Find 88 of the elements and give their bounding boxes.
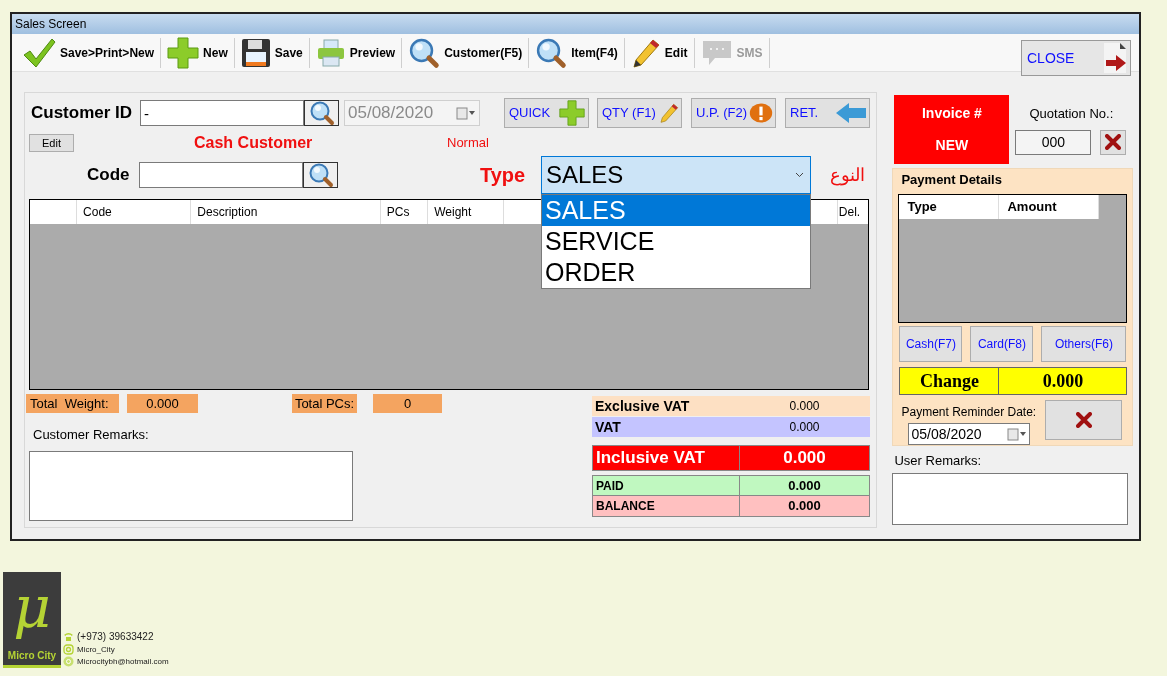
toolbar-button[interactable]: Save	[238, 35, 305, 70]
close-button[interactable]: CLOSE	[1021, 40, 1131, 76]
column-header: Code	[77, 200, 192, 224]
plus-icon	[167, 36, 200, 69]
check-icon	[22, 36, 56, 69]
user-remarks-label: User Remarks:	[894, 452, 983, 470]
toolbar-button[interactable]: Save>Print>New	[20, 35, 157, 70]
pencil-icon	[659, 101, 679, 125]
customer-id-field[interactable]: -	[140, 100, 304, 126]
window-title: Sales Screen	[15, 16, 87, 33]
summary-label: Inclusive VAT	[593, 446, 740, 470]
summary-value: 0.000	[787, 476, 822, 495]
quick-action-button[interactable]: RET.	[785, 98, 870, 128]
summary-label: PAID	[593, 476, 740, 495]
company-logo: μ Micro City	[3, 572, 61, 668]
payment-method-button[interactable]: Cash(F7)	[899, 326, 963, 362]
instagram-icon	[63, 644, 74, 655]
code-label: Code	[87, 164, 131, 187]
column-header: Weight	[428, 200, 504, 224]
toolbar-button[interactable]: Item(F4)	[533, 35, 620, 70]
contact-text: Micro_City	[77, 644, 115, 655]
summary-label: BALANCE	[593, 496, 740, 516]
summary-label: VAT	[594, 417, 622, 437]
code-search-button[interactable]	[303, 162, 338, 188]
column-header: Del.	[837, 200, 868, 224]
summary-value: 0.000	[787, 497, 822, 516]
edit-button[interactable]: Edit	[29, 134, 74, 152]
summary-value: 0.000	[782, 447, 827, 470]
pencil-icon	[630, 37, 661, 68]
contact-text: Microcitybh@hotmail.com	[77, 656, 169, 667]
warning-icon	[749, 101, 773, 125]
customer-name: Cash Customer	[194, 133, 314, 153]
toolbar-button[interactable]: Customer(F5)	[406, 35, 525, 70]
customer-search-button[interactable]	[304, 100, 339, 126]
toolbar-button[interactable]: New	[165, 35, 230, 70]
search-icon	[308, 100, 335, 126]
quick-action-button[interactable]: QUICK	[504, 98, 589, 128]
summary-label: Exclusive VAT	[594, 396, 691, 416]
toolbar-button[interactable]: Edit	[628, 35, 690, 70]
column-header: Type	[899, 194, 1000, 219]
summary-value: 0.000	[788, 398, 821, 415]
arrow-left-icon	[835, 102, 867, 124]
quotation-label: Quotation No.:	[1029, 105, 1115, 123]
customer-id-label: Customer ID	[31, 102, 134, 125]
type-dropdown[interactable]: SALES	[541, 156, 811, 194]
summary-value: 0.000	[788, 419, 821, 436]
search-icon	[307, 162, 334, 188]
change-label: Change	[900, 368, 1000, 394]
code-field[interactable]	[139, 162, 303, 188]
phone-icon	[63, 631, 74, 643]
invoice-number: NEW	[935, 135, 969, 155]
row-header-corner	[30, 200, 78, 224]
close-icon	[1105, 134, 1122, 150]
reminder-date-field[interactable]: 05/08/2020	[908, 423, 1031, 445]
contact-text: (+973) 39633422	[77, 630, 154, 643]
chevron-down-icon	[795, 172, 804, 178]
column-header: Description	[191, 200, 381, 224]
speech-bubble-icon	[700, 38, 733, 67]
quick-action-button[interactable]: U.P. (F2)	[691, 98, 776, 128]
price-level: Normal	[447, 134, 489, 153]
plus-icon	[558, 100, 586, 126]
clear-payment-button[interactable]	[1045, 400, 1123, 440]
reminder-date-label: Payment Reminder Date:	[901, 404, 1037, 421]
total-weight-label: Total Weight:	[26, 394, 119, 413]
invoice-label: Invoice #	[922, 104, 982, 124]
customer-remarks-field[interactable]	[29, 450, 353, 521]
change-value: 0.000	[1041, 369, 1085, 393]
clear-quotation-button[interactable]	[1100, 129, 1127, 155]
total-pcs-value: 0	[373, 394, 442, 413]
type-label-arabic: النوع	[830, 163, 865, 188]
type-label: Type	[480, 163, 527, 188]
payment-method-button[interactable]: Others(F6)	[1041, 326, 1127, 362]
customer-remarks-label: Customer Remarks:	[33, 426, 150, 444]
payment-details-title: Payment Details	[901, 171, 1003, 189]
column-header: PCs	[380, 200, 429, 224]
total-weight-value: 0.000	[127, 394, 198, 413]
quotation-field[interactable]: 000	[1015, 129, 1092, 155]
quick-action-button[interactable]: QTY (F1)	[597, 98, 682, 128]
calendar-dropdown-icon	[1007, 427, 1028, 441]
toolbar-button[interactable]: Preview	[313, 35, 398, 70]
dropdown-option[interactable]: SALES	[542, 195, 810, 226]
payment-method-button[interactable]: Card(F8)	[970, 326, 1034, 362]
column-header: Amount	[999, 194, 1100, 219]
user-remarks-field[interactable]	[892, 472, 1129, 525]
total-pcs-label: Total PCs:	[292, 394, 357, 413]
printer-icon	[315, 37, 346, 68]
calendar-dropdown-icon	[456, 106, 476, 120]
close-icon	[1075, 412, 1092, 428]
